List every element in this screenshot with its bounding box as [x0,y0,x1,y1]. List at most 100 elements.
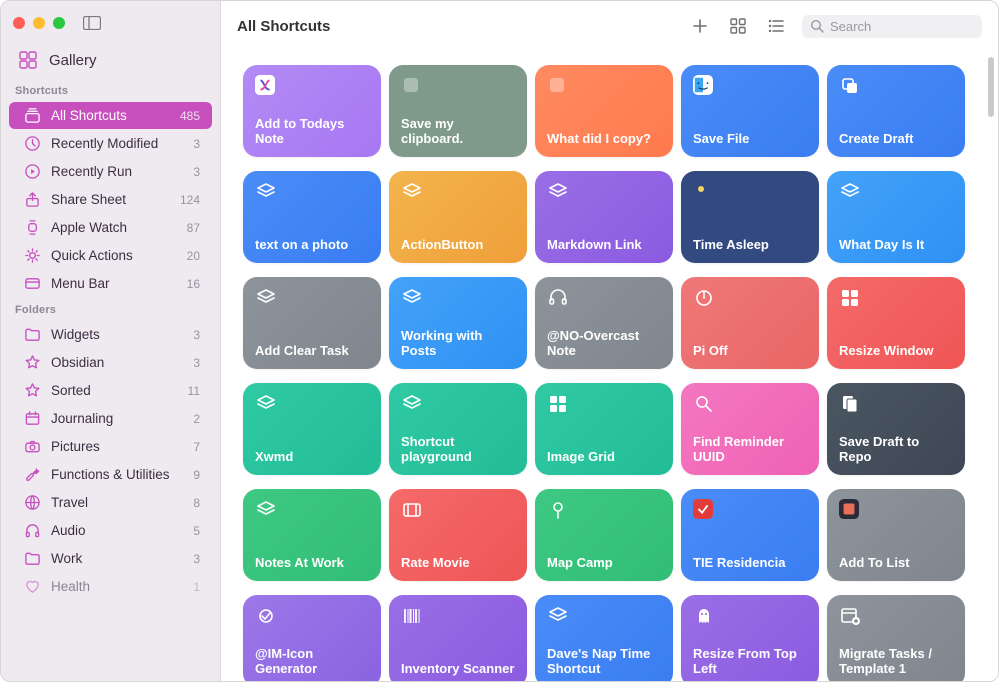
shortcut-tile[interactable]: Migrate Tasks / Template 1 [827,595,965,681]
shortcut-tile[interactable]: Xwmd [243,383,381,475]
shortcut-tile[interactable]: text on a photo [243,171,381,263]
layers-icon [255,181,277,203]
shortcut-tile-label: Notes At Work [255,555,369,571]
shortcut-tile-label: What Day Is It [839,237,953,253]
shortcut-tile[interactable]: What Day Is It [827,171,965,263]
shortcut-tile[interactable]: Notes At Work [243,489,381,581]
shortcut-tile[interactable]: Map Camp [535,489,673,581]
sidebar-item-label: Quick Actions [51,248,177,263]
sidebar-item-widgets[interactable]: Widgets 3 [9,321,212,348]
sidebar-item-label: Apple Watch [51,220,177,235]
shortcut-tile[interactable]: Add Clear Task [243,277,381,369]
shortcut-tile[interactable]: ActionButton [389,171,527,263]
shortcut-tile[interactable]: @NO-Overcast Note [535,277,673,369]
shortcut-tile[interactable]: Save my clipboard. [389,65,527,157]
shortcut-tile[interactable]: Create Draft [827,65,965,157]
sidebar-item-count: 3 [193,137,200,151]
shortcut-tile[interactable]: Dave's Nap Time Shortcut [535,595,673,681]
gear-icon [23,247,41,264]
sidebar-item-work[interactable]: Work 3 [9,545,212,572]
sidebar: Gallery Shortcuts All Shortcuts 485 Rece… [1,1,221,681]
shortcut-tile[interactable]: What did I copy? [535,65,673,157]
layers-icon [255,499,277,521]
pin-icon [547,499,569,521]
shortcut-tile[interactable]: Shortcut playground [389,383,527,475]
headphones-icon [547,287,569,309]
close-window[interactable] [13,17,25,29]
sidebar-item-health[interactable]: Health 1 [9,573,212,600]
sidebar-item-count: 3 [193,165,200,179]
sidebar-item-count: 485 [180,109,200,123]
app-red-icon [693,499,713,519]
shortcut-tile-label: Dave's Nap Time Shortcut [547,646,661,677]
shortcut-tile[interactable]: Save Draft to Repo [827,383,965,475]
section-folders-label: Folders [1,298,220,320]
sidebar-item-sorted[interactable]: Sorted 11 [9,377,212,404]
sidebar-item-label: Audio [51,523,183,538]
shortcut-tile[interactable]: Save File [681,65,819,157]
app-box-icon [255,75,275,95]
layers-icon [401,181,423,203]
sidebar-item-recently-run[interactable]: Recently Run 3 [9,158,212,185]
sidebar-item-menu-bar[interactable]: Menu Bar 16 [9,270,212,297]
sidebar-item-share-sheet[interactable]: Share Sheet 124 [9,186,212,213]
shortcut-tile[interactable]: Find Reminder UUID [681,383,819,475]
search-icon [810,19,824,33]
shortcut-tile[interactable]: Resize From Top Left [681,595,819,681]
shortcut-tile[interactable]: Rate Movie [389,489,527,581]
shortcut-tile[interactable]: Image Grid [535,383,673,475]
camera-icon [23,438,41,455]
shortcut-tile[interactable]: Time Asleep [681,171,819,263]
layers-icon [401,393,423,415]
share-icon [23,191,41,208]
shortcut-tile[interactable]: Add to Todays Note [243,65,381,157]
shortcut-tile[interactable]: Resize Window [827,277,965,369]
search-field[interactable] [802,15,982,38]
sidebar-item-travel[interactable]: Travel 8 [9,489,212,516]
sidebar-item-functions-utilities[interactable]: Functions & Utilities 9 [9,461,212,488]
shortcut-tile-label: Inventory Scanner [401,661,515,677]
sidebar-item-count: 3 [193,328,200,342]
shortcut-tile[interactable]: Add To List [827,489,965,581]
zoom-window[interactable] [53,17,65,29]
shortcut-tile[interactable]: @IM-Icon Generator [243,595,381,681]
sidebar-item-obsidian[interactable]: Obsidian 3 [9,349,212,376]
scrollbar-thumb[interactable] [988,57,994,117]
shortcut-tile-label: Find Reminder UUID [693,434,807,465]
search-input[interactable] [830,19,974,34]
gallery-item[interactable]: Gallery [1,45,220,79]
sidebar-item-journaling[interactable]: Journaling 2 [9,405,212,432]
shortcut-tile[interactable]: Working with Posts [389,277,527,369]
shortcut-tile-label: Resize Window [839,343,953,359]
sidebar-toggle-icon[interactable] [83,16,101,30]
toolbar: All Shortcuts [221,1,998,51]
shortcut-tile-label: @IM-Icon Generator [255,646,369,677]
layers-icon [547,605,569,627]
sidebar-item-audio[interactable]: Audio 5 [9,517,212,544]
layers-icon [255,393,277,415]
shortcut-tile-label: Add Clear Task [255,343,369,359]
docs-icon [839,393,861,415]
sidebar-item-quick-actions[interactable]: Quick Actions 20 [9,242,212,269]
square-icon [401,75,423,97]
grid-view-button[interactable] [726,14,750,38]
add-button[interactable] [688,14,712,38]
sidebar-item-recently-modified[interactable]: Recently Modified 3 [9,130,212,157]
content-area[interactable]: Add to Todays Note Save my clipboard. Wh… [221,51,998,681]
sidebar-item-label: Obsidian [51,355,183,370]
sidebar-item-count: 16 [187,277,200,291]
folder-icon [23,326,41,343]
shortcut-tile[interactable]: Inventory Scanner [389,595,527,681]
sidebar-item-apple-watch[interactable]: Apple Watch 87 [9,214,212,241]
shortcut-tile[interactable]: Pi Off [681,277,819,369]
shortcut-tile[interactable]: TIE Residencia [681,489,819,581]
minimize-window[interactable] [33,17,45,29]
list-view-button[interactable] [764,14,788,38]
shortcut-tile-label: What did I copy? [547,131,661,147]
sidebar-scroll[interactable]: Gallery Shortcuts All Shortcuts 485 Rece… [1,45,220,681]
shortcut-tile[interactable]: Markdown Link [535,171,673,263]
wand-icon [255,605,277,627]
sidebar-item-pictures[interactable]: Pictures 7 [9,433,212,460]
sidebar-item-count: 2 [193,412,200,426]
sidebar-item-all-shortcuts[interactable]: All Shortcuts 485 [9,102,212,129]
